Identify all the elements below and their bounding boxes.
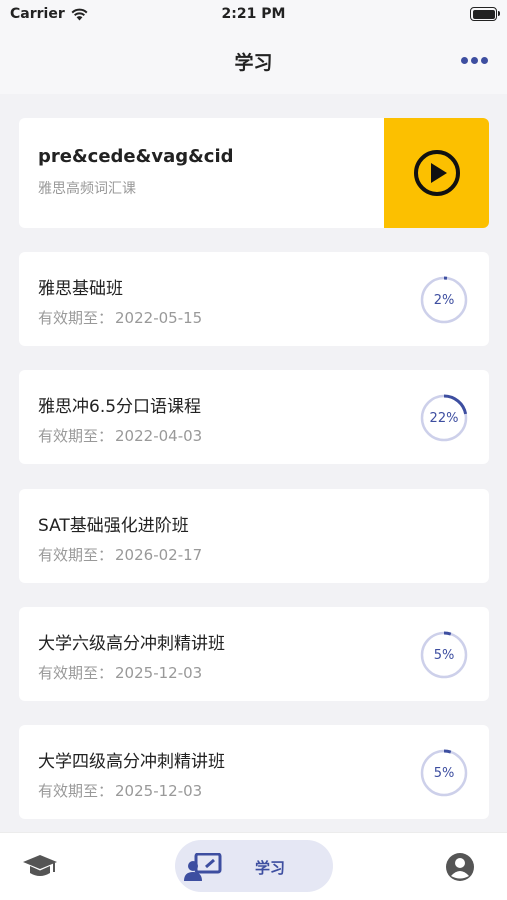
expiry-date: 2022-04-03: [115, 427, 203, 445]
course-title: 大学六级高分冲刺精讲班: [38, 634, 225, 654]
progress-percent: 5%: [433, 765, 455, 781]
progress-ring: 22%: [419, 393, 469, 443]
featured-subtitle: 雅思高频词汇课: [38, 181, 136, 197]
course-card[interactable]: 雅思基础班 有效期至： 2022-05-15 2%: [19, 252, 489, 346]
course-expiry: 有效期至： 2025-12-03: [38, 662, 202, 683]
course-expiry: 有效期至： 2022-04-03: [38, 425, 202, 446]
course-list[interactable]: pre&cede&vag&cid 雅思高频词汇课 雅思基础班 有效期至： 2022…: [0, 94, 507, 832]
progress-ring: 5%: [419, 748, 469, 798]
tab-study-label: 学习: [255, 859, 286, 877]
course-title: 雅思冲6.5分口语课程: [38, 397, 202, 417]
expiry-date: 2025-12-03: [115, 664, 203, 682]
expiry-date: 2022-05-15: [115, 309, 203, 327]
progress-ring: 2%: [419, 275, 469, 325]
featured-word: pre&cede&vag&cid: [38, 146, 234, 167]
course-expiry: 有效期至： 2022-05-15: [38, 307, 202, 328]
battery-icon: [470, 7, 500, 21]
expiry-label: 有效期至：: [38, 546, 114, 564]
more-options-button[interactable]: [461, 55, 491, 65]
expiry-label: 有效期至：: [38, 309, 114, 327]
more-dot-icon: [481, 56, 488, 64]
course-card[interactable]: 大学四级高分冲刺精讲班 有效期至： 2025-12-03 5%: [19, 725, 489, 819]
course-title: 大学四级高分冲刺精讲班: [38, 752, 225, 772]
play-icon: [413, 150, 460, 196]
tab-profile[interactable]: [445, 852, 475, 886]
classroom-icon: [184, 853, 222, 881]
expiry-label: 有效期至：: [38, 427, 114, 445]
expiry-date: 2026-02-17: [115, 546, 203, 564]
course-card[interactable]: 雅思冲6.5分口语课程 有效期至： 2022-04-03 22%: [19, 370, 489, 464]
tab-study[interactable]: 学习: [175, 840, 333, 892]
course-title: SAT基础强化进阶班: [38, 516, 189, 536]
page-title: 学习: [234, 52, 273, 74]
progress-percent: 2%: [433, 292, 455, 308]
expiry-label: 有效期至：: [38, 664, 114, 682]
navigation-bar: 学习: [0, 30, 507, 94]
status-bar: Carrier 2:21 PM: [0, 0, 507, 30]
progress-percent: 22%: [429, 410, 459, 426]
more-dot-icon: [461, 56, 468, 64]
featured-vocab-card[interactable]: pre&cede&vag&cid 雅思高频词汇课: [19, 118, 489, 228]
course-card[interactable]: SAT基础强化进阶班 有效期至： 2026-02-17: [19, 489, 489, 583]
expiry-date: 2025-12-03: [115, 782, 203, 800]
course-expiry: 有效期至： 2025-12-03: [38, 780, 202, 801]
tab-bar: 学习: [0, 832, 507, 900]
progress-ring: 5%: [419, 630, 469, 680]
progress-percent: 5%: [433, 647, 455, 663]
course-expiry: 有效期至： 2026-02-17: [38, 544, 202, 565]
more-dot-icon: [471, 56, 478, 64]
play-button[interactable]: [384, 118, 489, 228]
graduation-cap-icon: [23, 855, 57, 876]
tab-home[interactable]: [22, 853, 58, 883]
course-title: 雅思基础班: [38, 279, 123, 299]
course-card[interactable]: 大学六级高分冲刺精讲班 有效期至： 2025-12-03 5%: [19, 607, 489, 701]
status-time: 2:21 PM: [221, 6, 286, 22]
expiry-label: 有效期至：: [38, 782, 114, 800]
user-icon: [446, 853, 474, 881]
